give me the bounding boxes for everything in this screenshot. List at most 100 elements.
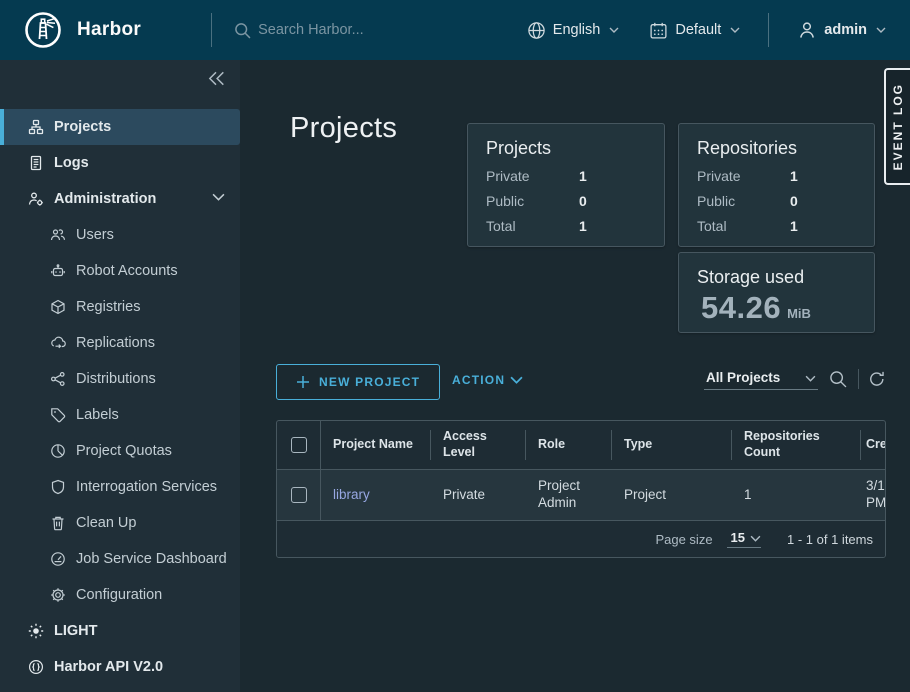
column-header-repositories-count[interactable]: Repositories Count (732, 421, 861, 469)
shield-icon (50, 479, 66, 495)
global-search-input[interactable] (258, 22, 438, 38)
sidebar-item-label: Logs (54, 155, 89, 171)
theme-icon (649, 21, 668, 40)
stat-row: Public 0 (679, 193, 874, 209)
user-menu[interactable]: admin (797, 20, 886, 40)
chevron-down-icon (510, 376, 523, 384)
event-log-label: EVENT LOG (891, 83, 905, 170)
sidebar-item-label: Administration (54, 191, 156, 207)
sidebar-item-replications[interactable]: Replications (0, 325, 240, 361)
tag-icon (50, 407, 66, 423)
refresh-icon[interactable] (868, 370, 886, 388)
event-log-tab[interactable]: EVENT LOG (884, 68, 910, 185)
sidebar: Projects Logs (0, 60, 240, 692)
page-size-select[interactable]: 15 (727, 530, 761, 548)
theme-menu[interactable]: Default (649, 21, 740, 40)
admin-user-gear-icon (28, 191, 44, 207)
navbar-divider (211, 13, 212, 47)
chevron-down-icon[interactable] (212, 193, 225, 201)
stat-row: Total 1 (679, 218, 874, 234)
card-title: Repositories (679, 124, 874, 159)
column-header-role[interactable]: Role (526, 421, 612, 469)
sidebar-item-project-quotas[interactable]: Project Quotas (0, 433, 240, 469)
sidebar-item-label: Distributions (76, 371, 156, 387)
page-size-label: Page size (655, 532, 712, 547)
projects-summary-card: Projects Private 1 Public 0 Total 1 (467, 123, 665, 247)
sidebar-item-users[interactable]: Users (0, 217, 240, 253)
column-header-access-level[interactable]: Access Level (431, 421, 526, 469)
cell-access-level: Private (431, 470, 526, 520)
new-project-button[interactable]: NEW PROJECT (276, 364, 440, 400)
new-project-label: NEW PROJECT (319, 375, 420, 389)
sidebar-item-projects[interactable]: Projects (0, 109, 240, 145)
sidebar-item-robot-accounts[interactable]: Robot Accounts (0, 253, 240, 289)
users-icon (50, 227, 66, 243)
sidebar-item-job-service-dashboard[interactable]: Job Service Dashboard (0, 541, 240, 577)
search-icon[interactable] (829, 370, 847, 388)
creation-time-line: 3/1 (866, 478, 885, 495)
sidebar-item-label: Interrogation Services (76, 479, 217, 495)
sidebar-item-harbor-api[interactable]: Harbor API V2.0 (0, 649, 240, 685)
stat-row: Private 1 (679, 168, 874, 184)
project-filter-group: All Projects (704, 368, 886, 390)
main-content: Projects Projects Private 1 Public 0 Tot… (240, 60, 910, 692)
card-title: Storage used (679, 253, 874, 288)
logs-icon (28, 155, 44, 171)
project-filter-select[interactable]: All Projects (704, 368, 818, 390)
stat-row: Total 1 (468, 218, 664, 234)
storage-summary-card: Storage used 54.26 MiB (678, 252, 875, 333)
stat-label: Private (697, 168, 790, 184)
project-link[interactable]: library (333, 487, 370, 504)
column-header-type[interactable]: Type (612, 421, 732, 469)
username-label: admin (824, 22, 867, 38)
sidebar-collapse-icon[interactable] (207, 71, 227, 89)
harbor-app: Harbor English (0, 0, 910, 692)
sidebar-item-distributions[interactable]: Distributions (0, 361, 240, 397)
sitemap-icon (28, 119, 44, 135)
stat-label: Total (697, 218, 790, 234)
sidebar-item-label: Job Service Dashboard (76, 551, 227, 567)
stat-row: Public 0 (468, 193, 664, 209)
theme-label: Default (675, 22, 721, 38)
user-avatar-icon (797, 20, 817, 40)
storage-unit: MiB (787, 306, 811, 321)
harbor-logo-icon[interactable] (24, 11, 62, 49)
sidebar-item-logs[interactable]: Logs (0, 145, 240, 181)
table-row: library Private Project Admin Project 1 … (277, 469, 885, 521)
column-header-project-name[interactable]: Project Name (321, 421, 431, 469)
navbar-divider (768, 13, 769, 47)
trash-icon (50, 515, 66, 531)
sidebar-item-interrogation-services[interactable]: Interrogation Services (0, 469, 240, 505)
stat-label: Total (486, 218, 579, 234)
sidebar-item-labels[interactable]: Labels (0, 397, 240, 433)
cube-icon (50, 299, 66, 315)
stat-label: Public (486, 193, 579, 209)
card-title: Projects (468, 124, 664, 159)
sidebar-item-configuration[interactable]: Configuration (0, 577, 240, 613)
action-label: ACTION (452, 373, 505, 387)
cloud-sync-icon (50, 335, 66, 351)
language-label: English (553, 22, 601, 38)
sidebar-item-label: Harbor API V2.0 (54, 659, 163, 675)
storage-value-line: 54.26 MiB (679, 290, 874, 326)
sidebar-item-administration[interactable]: Administration (0, 181, 240, 217)
gear-icon (50, 587, 66, 603)
select-all-checkbox[interactable] (291, 437, 307, 453)
language-menu[interactable]: English (527, 21, 620, 40)
sidebar-item-label: Clean Up (76, 515, 136, 531)
column-header-creation-time[interactable]: Creation Time (861, 421, 885, 469)
share-icon (50, 371, 66, 387)
sidebar-item-registries[interactable]: Registries (0, 289, 240, 325)
sidebar-item-label: Robot Accounts (76, 263, 178, 279)
sidebar-item-clean-up[interactable]: Clean Up (0, 505, 240, 541)
repositories-summary-card: Repositories Private 1 Public 0 Total 1 (678, 123, 875, 247)
stat-row: Private 1 (468, 168, 664, 184)
sidebar-item-label: Labels (76, 407, 119, 423)
top-navbar: Harbor English (0, 0, 910, 60)
stat-value: 1 (579, 168, 587, 184)
cell-repositories-count: 1 (732, 470, 861, 520)
sidebar-item-theme-toggle[interactable]: LIGHT (0, 613, 240, 649)
action-dropdown[interactable]: ACTION (452, 373, 523, 387)
row-checkbox[interactable] (291, 487, 307, 503)
cell-role: Project Admin (526, 470, 612, 520)
